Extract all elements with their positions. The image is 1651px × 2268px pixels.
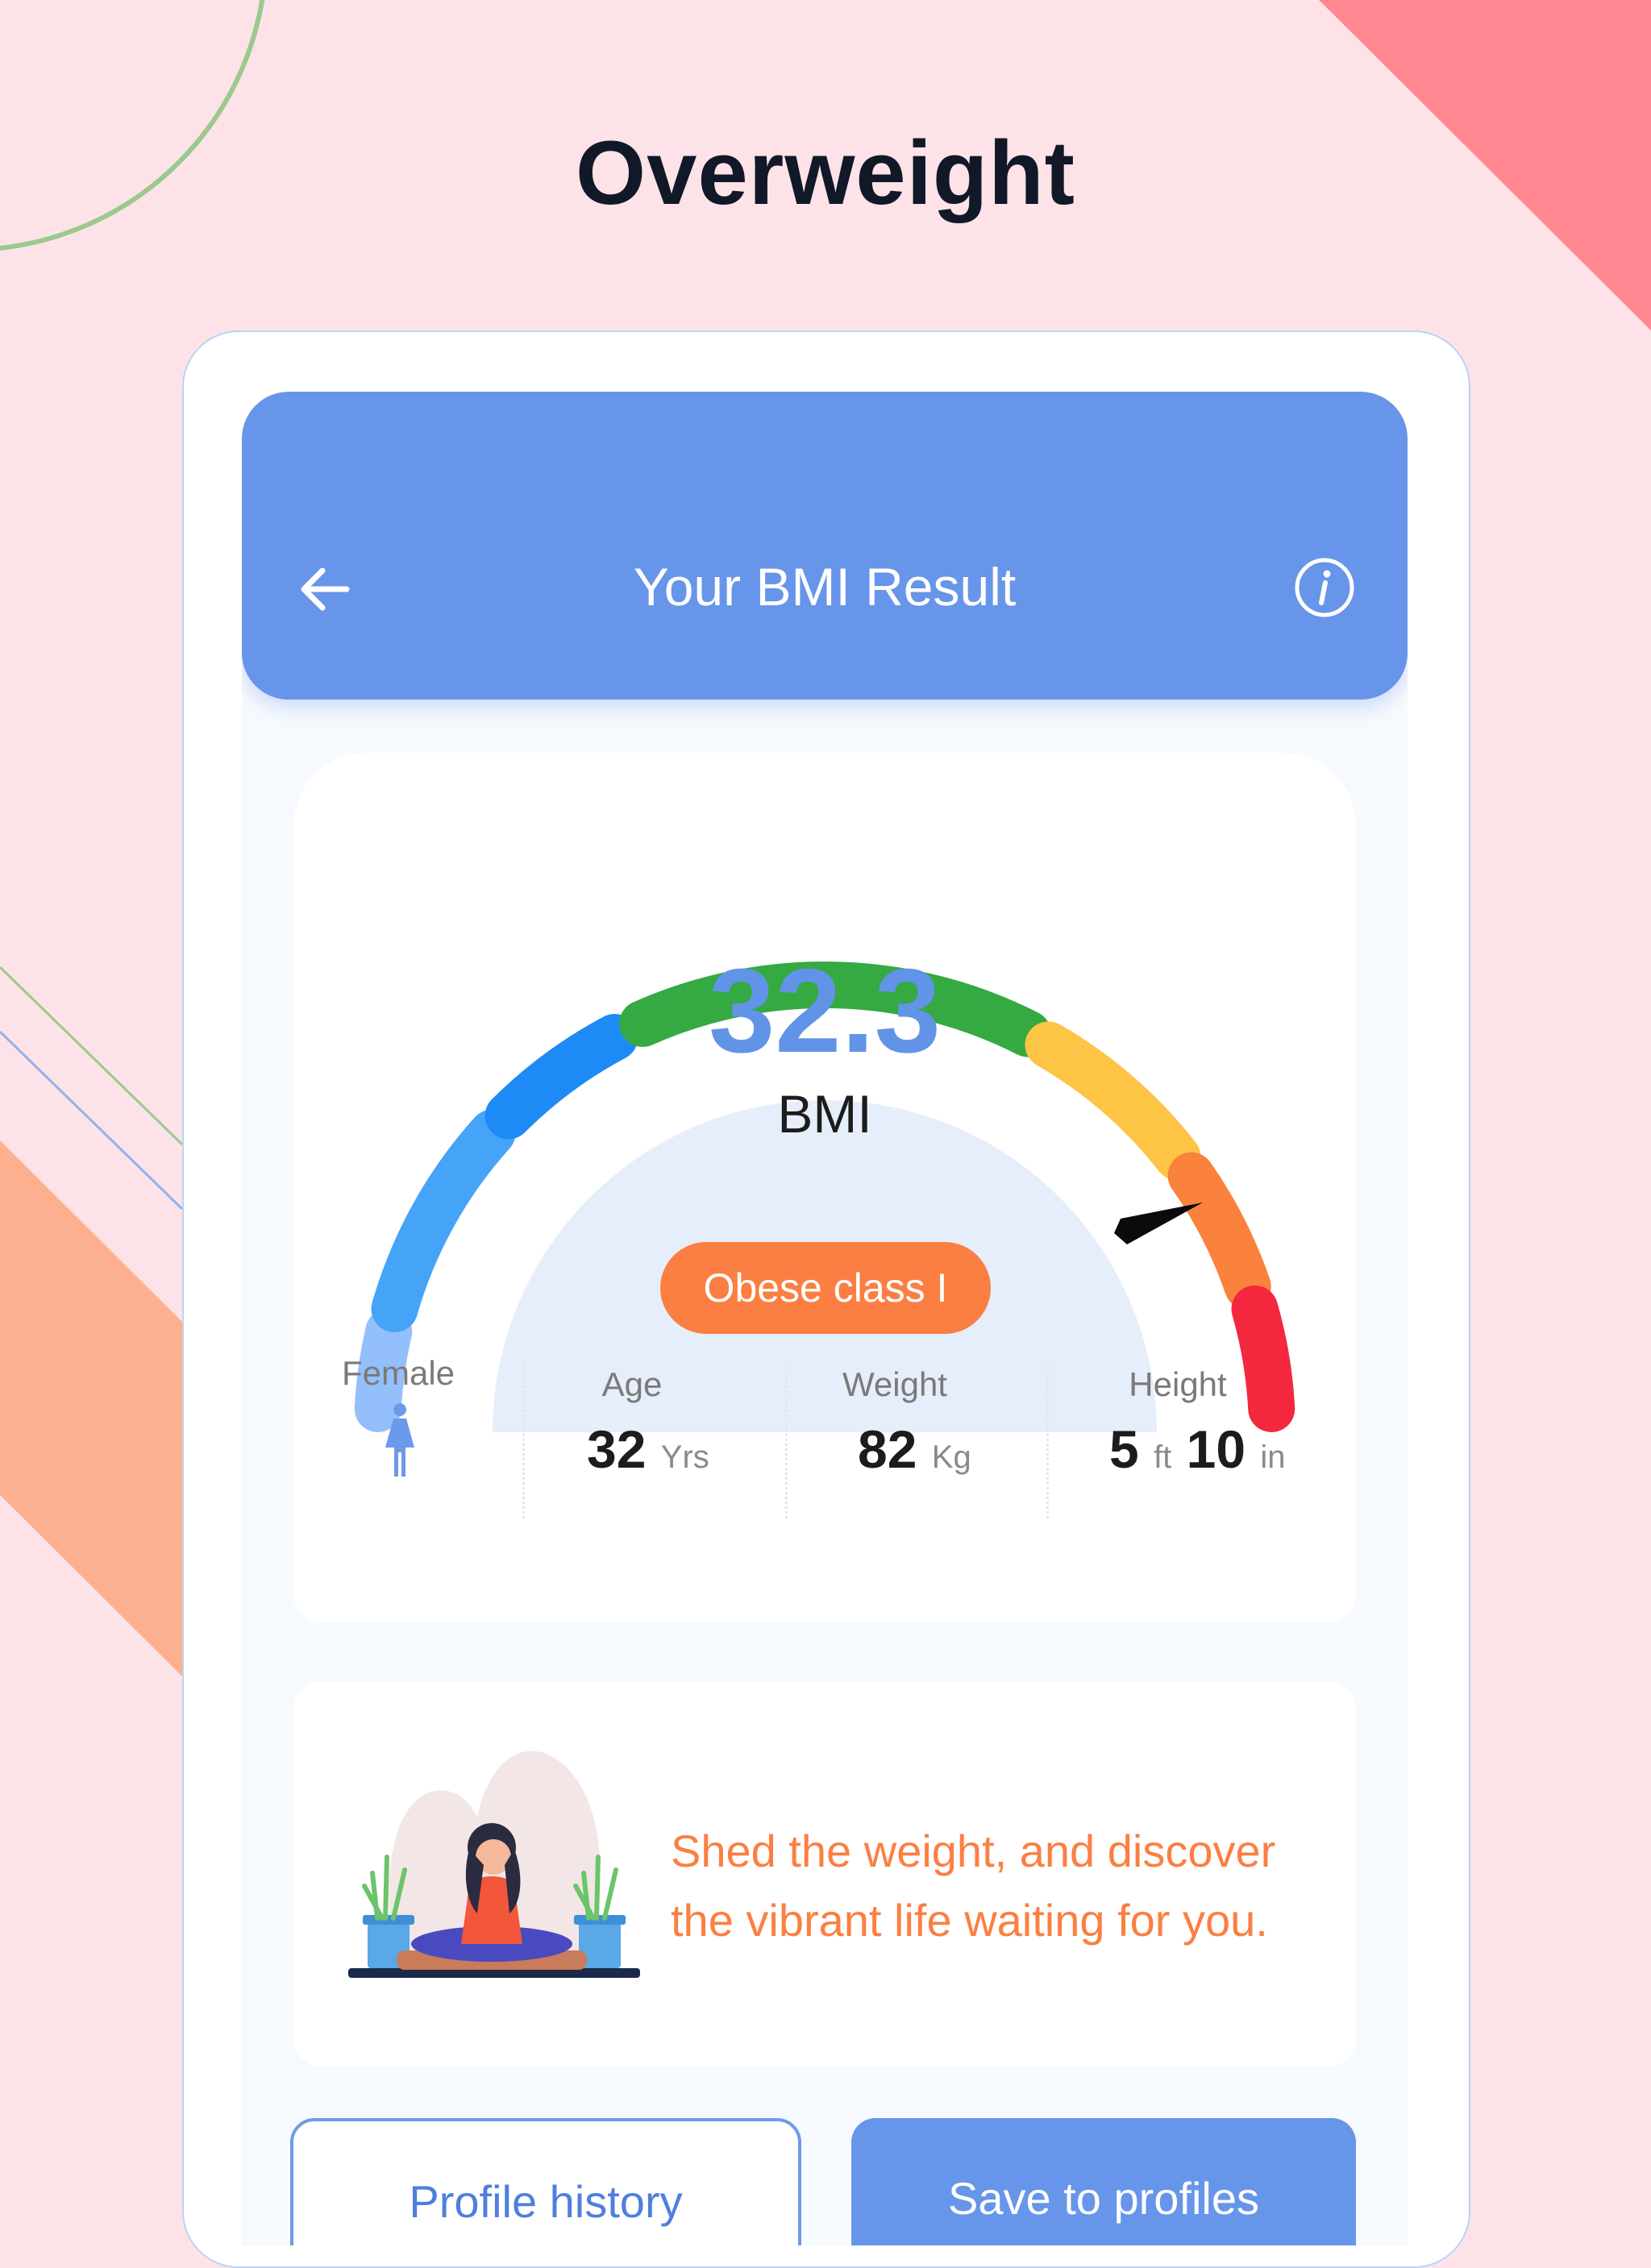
info-icon xyxy=(1295,558,1354,617)
weight-unit: Kg xyxy=(931,1439,971,1475)
user-stats: Female Age 32 Yrs Weight 82 Kg Height 5 … xyxy=(293,753,1356,1622)
app-bar: Your BMI Result xyxy=(242,392,1408,700)
profile-history-button[interactable]: Profile history xyxy=(290,2118,801,2245)
page-headline: Overweight xyxy=(576,123,1075,223)
age-label: Age xyxy=(601,1365,663,1403)
age-number: 32 xyxy=(587,1419,647,1479)
bmi-result-card: 32.3 BMI Obese class I Female Age 32 Yrs… xyxy=(293,753,1356,1622)
stat-divider xyxy=(785,1365,788,1518)
height-label: Height xyxy=(1129,1365,1227,1403)
app-screen: Your BMI Result 32.3 BMI Obese class I F… xyxy=(242,392,1408,2245)
height-value: 5 ft 10 in xyxy=(1109,1419,1286,1480)
female-icon xyxy=(385,1403,414,1477)
stat-divider xyxy=(1046,1365,1049,1518)
info-button[interactable] xyxy=(1290,553,1359,622)
age-unit: Yrs xyxy=(660,1439,709,1475)
motivation-card: Shed the weight, and discover the vibran… xyxy=(293,1681,1356,2067)
height-inches: 10 xyxy=(1186,1419,1246,1479)
height-feet-unit: ft xyxy=(1154,1439,1172,1475)
weight-value: 82 Kg xyxy=(858,1419,971,1480)
screen-title: Your BMI Result xyxy=(633,557,1017,617)
weight-number: 82 xyxy=(858,1419,917,1479)
age-value: 32 Yrs xyxy=(587,1419,709,1480)
gender-label: Female xyxy=(341,1354,455,1392)
stat-divider xyxy=(522,1365,525,1518)
motivation-line-1: Shed the weight, and discover xyxy=(671,1826,1276,1876)
height-feet: 5 xyxy=(1109,1419,1139,1479)
weight-label: Weight xyxy=(842,1365,947,1403)
height-inches-unit: in xyxy=(1260,1439,1286,1475)
motivation-line-2: the vibrant life waiting for you. xyxy=(671,1895,1268,1946)
meditation-illustration xyxy=(348,1751,640,1978)
save-to-profiles-button[interactable]: Save to profiles xyxy=(851,2118,1356,2245)
motivation-text: Shed the weight, and discover the vibran… xyxy=(671,1817,1316,1955)
